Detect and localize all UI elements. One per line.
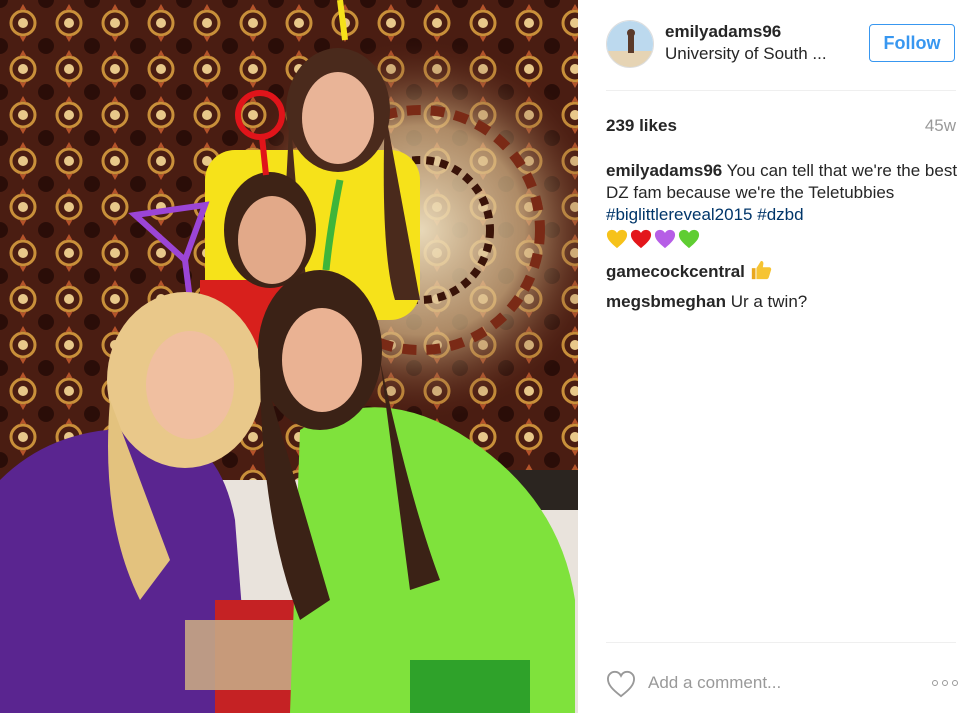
comment-username[interactable]: gamecockcentral [606, 262, 745, 281]
post-age[interactable]: 45w [925, 116, 956, 136]
green-heart-icon [678, 229, 700, 249]
dot-icon [942, 680, 948, 686]
comment-text: Ur a twin? [730, 292, 808, 311]
hashtag-dzbd[interactable]: #dzbd [757, 205, 803, 224]
header-divider [606, 90, 956, 91]
profile-avatar-icon [607, 21, 653, 67]
comment-item: megsbmeghan Ur a twin? [606, 291, 962, 313]
comment-item: gamecockcentral [606, 259, 962, 283]
more-options-button[interactable] [926, 674, 958, 692]
comment-bar [606, 665, 958, 701]
red-heart-icon [630, 229, 652, 249]
author-avatar[interactable] [606, 20, 654, 68]
thumbs-up-icon [751, 260, 771, 280]
footer-divider [606, 642, 956, 643]
post-sidebar: emilyadams96 University of South ... Fol… [578, 0, 980, 713]
caption-emoji [606, 227, 962, 251]
hashtag-biglittlereveal2015[interactable]: #biglittlereveal2015 [606, 205, 753, 224]
likes-row: 239 likes 45w [606, 116, 956, 138]
likes-count[interactable]: 239 likes [606, 116, 677, 136]
like-heart-icon[interactable] [606, 670, 636, 698]
yellow-heart-icon [606, 229, 628, 249]
follow-button[interactable]: Follow [869, 24, 955, 62]
caption: emilyadams96 You can tell that we're the… [606, 160, 962, 251]
comment-list: emilyadams96 You can tell that we're the… [606, 160, 962, 321]
dot-icon [952, 680, 958, 686]
post-header: emilyadams96 University of South ... Fol… [606, 20, 956, 70]
dot-icon [932, 680, 938, 686]
purple-heart-icon [654, 229, 676, 249]
caption-username[interactable]: emilyadams96 [606, 161, 722, 180]
author-username[interactable]: emilyadams96 [665, 22, 781, 42]
author-location[interactable]: University of South ... [665, 44, 827, 64]
add-comment-input[interactable] [648, 669, 898, 697]
post-photo[interactable] [0, 0, 578, 713]
comment-username[interactable]: megsbmeghan [606, 292, 726, 311]
